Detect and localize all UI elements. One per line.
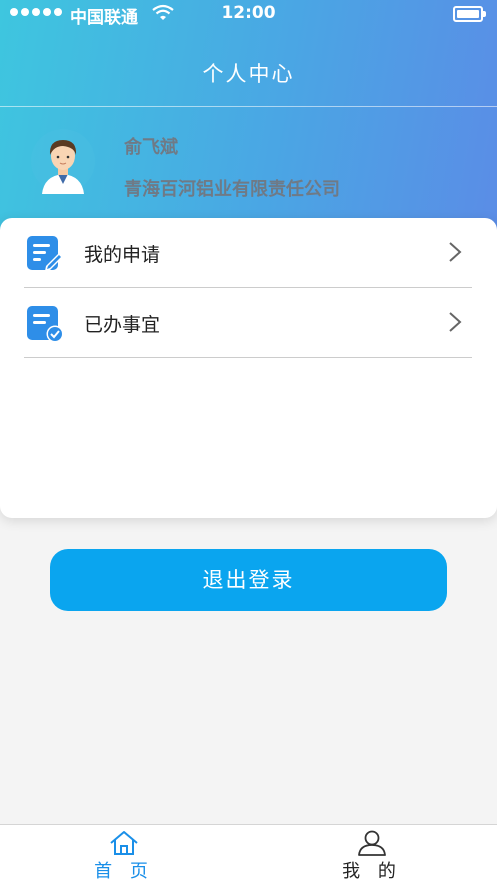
tab-label: 首 页 bbox=[94, 861, 154, 882]
user-name: 俞飞斌 bbox=[124, 137, 178, 158]
tab-label: 我 的 bbox=[342, 861, 402, 882]
menu-item-label: 已办事宜 bbox=[84, 314, 161, 336]
menu-item-my-applications[interactable]: 我的申请 bbox=[24, 218, 472, 288]
battery-icon bbox=[453, 6, 486, 22]
chevron-right-icon bbox=[449, 312, 462, 332]
chevron-right-icon bbox=[449, 242, 462, 262]
status-time: 12:00 bbox=[221, 3, 276, 23]
menu-card: 我的申请 已办事宜 bbox=[0, 218, 497, 518]
edit-document-icon bbox=[27, 236, 63, 271]
user-icon bbox=[358, 830, 386, 856]
status-bar: 中国联通 12:00 bbox=[0, 0, 497, 28]
company-name: 青海百河铝业有限责任公司 bbox=[124, 179, 340, 200]
logout-button[interactable]: 退出登录 bbox=[50, 549, 447, 611]
menu-item-completed-matters[interactable]: 已办事宜 bbox=[24, 288, 472, 358]
tab-bar: 首 页 我 的 bbox=[0, 824, 497, 884]
page-title: 个人中心 bbox=[202, 62, 295, 86]
tab-home[interactable]: 首 页 bbox=[0, 825, 248, 884]
avatar bbox=[31, 129, 95, 194]
tab-mine[interactable]: 我 的 bbox=[248, 825, 496, 884]
home-icon bbox=[110, 831, 138, 855]
menu-item-label: 我的申请 bbox=[84, 244, 161, 266]
completed-document-icon bbox=[27, 306, 64, 343]
nav-divider bbox=[0, 106, 497, 107]
